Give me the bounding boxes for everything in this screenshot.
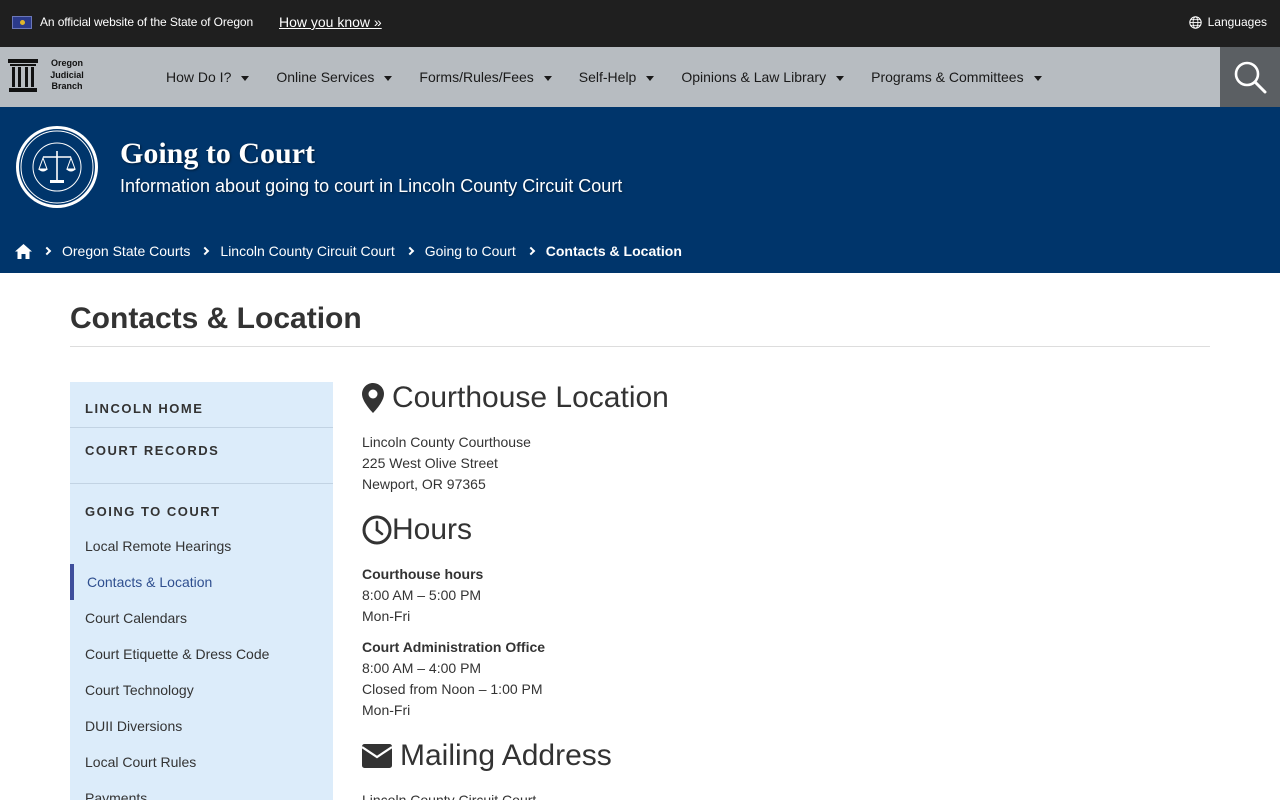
admin-office-label: Court Administration Office xyxy=(362,639,546,655)
hours-line: 8:00 AM – 5:00 PM xyxy=(362,587,482,603)
address-line: Lincoln County Circuit Court xyxy=(362,792,537,800)
page-title: Contacts & Location xyxy=(70,302,362,335)
sidebar-item-payments[interactable]: Payments xyxy=(70,780,333,800)
breadcrumb-going-to-court[interactable]: Going to Court xyxy=(425,243,516,259)
caret-down-icon xyxy=(543,75,552,81)
hours-line: Closed from Noon – 1:00 PM xyxy=(362,681,543,697)
sidebar-item-local-remote-hearings[interactable]: Local Remote Hearings xyxy=(70,528,333,564)
clock-icon xyxy=(362,515,392,545)
official-website-text: An official website of the State of Oreg… xyxy=(40,15,254,29)
search-icon xyxy=(1234,61,1267,94)
address-line: 225 West Olive Street xyxy=(362,455,498,471)
breadcrumb-chevron-icon xyxy=(42,246,52,256)
section-banner: Going to Court Information about going t… xyxy=(0,107,1280,273)
courthouse-hours: Courthouse hours 8:00 AM – 5:00 PM Mon-F… xyxy=(362,564,1162,627)
judicial-department-seal-icon xyxy=(16,126,98,208)
search-button[interactable] xyxy=(1220,47,1280,107)
hours-heading: Hours xyxy=(362,512,1162,548)
breadcrumb: Oregon State Courts Lincoln County Circu… xyxy=(15,243,682,259)
sidebar-item-court-calendars[interactable]: Court Calendars xyxy=(70,600,333,636)
breadcrumb-oregon-state-courts[interactable]: Oregon State Courts xyxy=(62,243,190,259)
logo-text: Oregon Judicial Branch xyxy=(50,58,84,91)
sidebar-going-to-court[interactable]: GOING TO COURT xyxy=(70,484,333,528)
sidebar-court-records[interactable]: COURT RECORDS xyxy=(70,428,333,484)
courthouse-pillar-icon xyxy=(8,59,38,92)
caret-down-icon xyxy=(241,75,250,81)
nav-programs-committees[interactable]: Programs & Committees xyxy=(871,69,1042,85)
breadcrumb-chevron-icon xyxy=(201,246,210,256)
title-divider xyxy=(70,346,1210,347)
breadcrumb-chevron-icon xyxy=(526,246,536,256)
hours-line: Mon-Fri xyxy=(362,702,411,718)
nav-opinions-law-library[interactable]: Opinions & Law Library xyxy=(681,69,845,85)
nav-forms-rules-fees[interactable]: Forms/Rules/Fees xyxy=(419,69,552,85)
sidebar-item-court-etiquette[interactable]: Court Etiquette & Dress Code xyxy=(70,636,333,672)
location-heading: Courthouse Location xyxy=(362,380,1162,416)
banner-subtitle: Information about going to court in Linc… xyxy=(120,176,623,196)
ojd-logo[interactable]: Oregon Judicial Branch xyxy=(8,58,93,94)
nav-how-do-i[interactable]: How Do I? xyxy=(166,69,250,85)
caret-down-icon xyxy=(384,75,393,81)
banner-title: Going to Court xyxy=(120,137,315,170)
nav-online-services[interactable]: Online Services xyxy=(276,69,393,85)
hours-line: Mon-Fri xyxy=(362,608,411,624)
address-line: Newport, OR 97365 xyxy=(362,476,486,492)
breadcrumb-current: Contacts & Location xyxy=(545,243,682,259)
map-marker-icon xyxy=(362,383,384,413)
languages-button[interactable]: Languages xyxy=(1188,15,1267,29)
breadcrumb-chevron-icon xyxy=(405,246,414,256)
caret-down-icon xyxy=(646,75,655,81)
languages-label: Languages xyxy=(1207,15,1267,29)
admin-office-hours: Court Administration Office 8:00 AM – 4:… xyxy=(362,637,1162,721)
main-navigation: Oregon Judicial Branch How Do I? Online … xyxy=(0,47,1280,107)
location-address: Lincoln County Courthouse 225 West Olive… xyxy=(362,432,1162,495)
oregon-flag-icon xyxy=(12,16,32,29)
sidebar-nav: LINCOLN HOME COURT RECORDS GOING TO COUR… xyxy=(70,382,333,800)
sidebar-item-duii-diversions[interactable]: DUII Diversions xyxy=(70,708,333,744)
main-content: Courthouse Location Lincoln County Court… xyxy=(362,380,1162,800)
sidebar-item-court-technology[interactable]: Court Technology xyxy=(70,672,333,708)
official-banner: An official website of the State of Oreg… xyxy=(0,0,1280,47)
address-line: Lincoln County Courthouse xyxy=(362,434,531,450)
how-you-know-link[interactable]: How you know » xyxy=(279,14,382,30)
globe-icon xyxy=(1188,15,1202,29)
courthouse-hours-label: Courthouse hours xyxy=(362,566,484,582)
caret-down-icon xyxy=(1033,75,1042,81)
mailing-address: Lincoln County Circuit Court xyxy=(362,790,1162,800)
envelope-icon xyxy=(362,744,392,768)
caret-down-icon xyxy=(836,75,845,81)
home-icon[interactable] xyxy=(15,243,32,259)
nav-self-help[interactable]: Self-Help xyxy=(579,69,655,85)
mailing-heading: Mailing Address xyxy=(362,738,1162,774)
sidebar-item-local-court-rules[interactable]: Local Court Rules xyxy=(70,744,333,780)
nav-menu: How Do I? Online Services Forms/Rules/Fe… xyxy=(166,47,1069,107)
breadcrumb-lincoln-county[interactable]: Lincoln County Circuit Court xyxy=(220,243,394,259)
sidebar-lincoln-home[interactable]: LINCOLN HOME xyxy=(70,382,333,428)
sidebar-item-contacts-location[interactable]: Contacts & Location xyxy=(70,564,333,600)
hours-line: 8:00 AM – 4:00 PM xyxy=(362,660,482,676)
